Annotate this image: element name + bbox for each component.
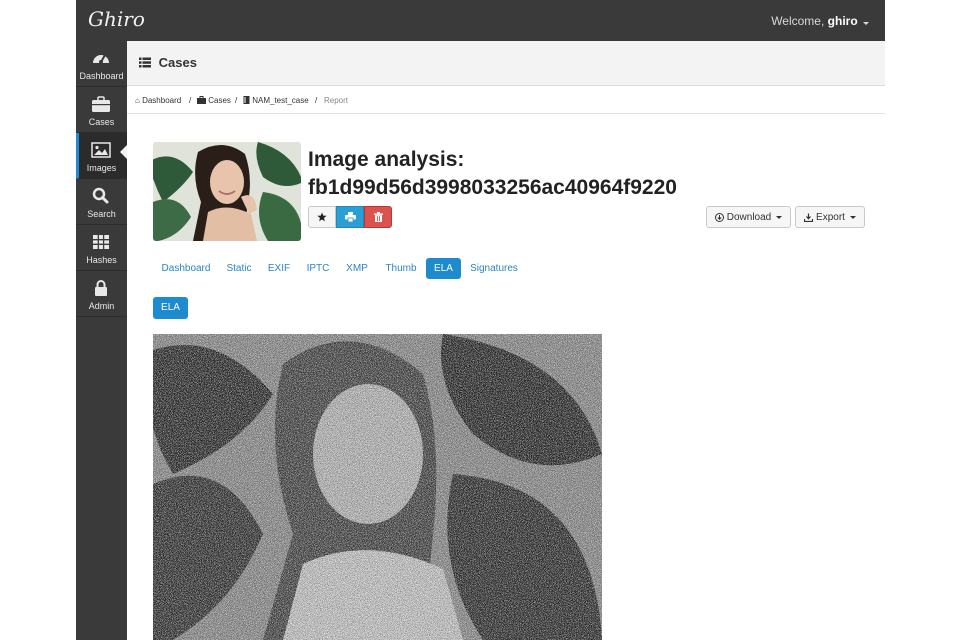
lock-icon <box>95 280 107 296</box>
breadcrumb-cases[interactable]: Cases <box>197 96 231 105</box>
breadcrumb-label: NAM_test_case <box>252 96 309 105</box>
sidebar-item-label: Admin <box>88 301 115 311</box>
breadcrumb-label: Report <box>324 96 349 105</box>
sidebar-item-label: Dashboard <box>79 71 124 81</box>
active-indicator <box>120 145 127 159</box>
search-icon <box>92 187 109 204</box>
breadcrumb-separator: / <box>235 96 238 105</box>
sidebar-item-hashes[interactable]: Hashes <box>76 225 127 271</box>
breadcrumb-label: Cases <box>208 96 231 105</box>
breadcrumb-separator: / <box>315 96 318 105</box>
chevron-down-icon <box>776 215 783 219</box>
page-title-text: Cases <box>158 55 197 70</box>
tab-signatures[interactable]: Signatures <box>469 258 519 279</box>
list-icon <box>139 57 151 68</box>
chevron-down-icon <box>863 22 869 25</box>
image-icon <box>91 142 111 158</box>
analysis-title: Image analysis: <box>308 148 465 171</box>
trash-icon <box>373 212 383 222</box>
breadcrumb-separator: / <box>189 96 192 105</box>
sidebar-item-label: Images <box>86 163 117 173</box>
print-icon <box>344 212 356 222</box>
sidebar-item-search[interactable]: Search <box>76 179 127 225</box>
sidebar-item-admin[interactable]: Admin <box>76 271 127 317</box>
table-icon <box>93 235 109 249</box>
breadcrumb-dashboard[interactable]: ⌂ Dashboard <box>135 96 181 105</box>
export-label: Export <box>816 211 845 223</box>
tab-thumb[interactable]: Thumb <box>384 258 418 279</box>
username: ghiro <box>827 14 858 28</box>
download-label: Download <box>726 211 772 223</box>
tab-static[interactable]: Static <box>223 258 255 279</box>
ela-result-image <box>153 334 602 640</box>
export-icon <box>804 213 814 222</box>
sidebar-item-label: Cases <box>88 117 115 127</box>
user-menu[interactable]: Welcome, ghiro <box>771 14 869 28</box>
delete-button[interactable] <box>364 206 392 228</box>
download-button[interactable]: Download <box>706 206 791 228</box>
book-icon <box>243 96 250 104</box>
breadcrumb-case[interactable]: NAM_test_case <box>243 96 309 105</box>
image-thumbnail <box>153 142 301 241</box>
breadcrumb: ⌂ Dashboard / Cases / NAM_test_case / Re… <box>127 87 885 114</box>
top-navbar: Ghiro Welcome, ghiro <box>76 0 885 41</box>
image-hash: fb1d99d56d3998033256ac40964f9220 <box>308 176 677 199</box>
breadcrumb-label: Dashboard <box>142 96 182 105</box>
sidebar: Dashboard Cases Images Search Hashes Adm… <box>76 41 127 640</box>
sidebar-item-label: Search <box>87 209 116 219</box>
page-title: Cases <box>139 55 197 70</box>
briefcase-icon <box>197 96 206 104</box>
tab-xmp[interactable]: XMP <box>345 258 369 279</box>
export-button[interactable]: Export <box>795 206 865 228</box>
briefcase-icon <box>92 96 110 112</box>
sidebar-item-label: Hashes <box>86 255 117 265</box>
download-icon <box>714 212 724 222</box>
favorite-button[interactable] <box>308 206 336 228</box>
ghiro-logo[interactable]: Ghiro <box>88 7 145 31</box>
breadcrumb-report: Report <box>324 96 348 105</box>
tab-exif[interactable]: EXIF <box>267 258 291 279</box>
dashboard-icon <box>93 54 109 64</box>
page-header: Cases <box>127 41 885 86</box>
sidebar-item-dashboard[interactable]: Dashboard <box>76 41 127 87</box>
home-icon: ⌂ <box>135 96 140 105</box>
print-button[interactable] <box>336 206 364 228</box>
welcome-text: Welcome, <box>771 14 828 28</box>
chevron-down-icon <box>849 215 856 219</box>
ela-section-pill[interactable]: ELA <box>153 297 188 319</box>
tab-dashboard[interactable]: Dashboard <box>161 258 211 279</box>
tab-iptc[interactable]: IPTC <box>306 258 330 279</box>
sidebar-item-cases[interactable]: Cases <box>76 87 127 133</box>
star-icon <box>317 212 327 222</box>
logo-text: Ghiro <box>88 7 145 31</box>
tab-ela[interactable]: ELA <box>426 258 461 279</box>
image-actions <box>308 206 392 228</box>
